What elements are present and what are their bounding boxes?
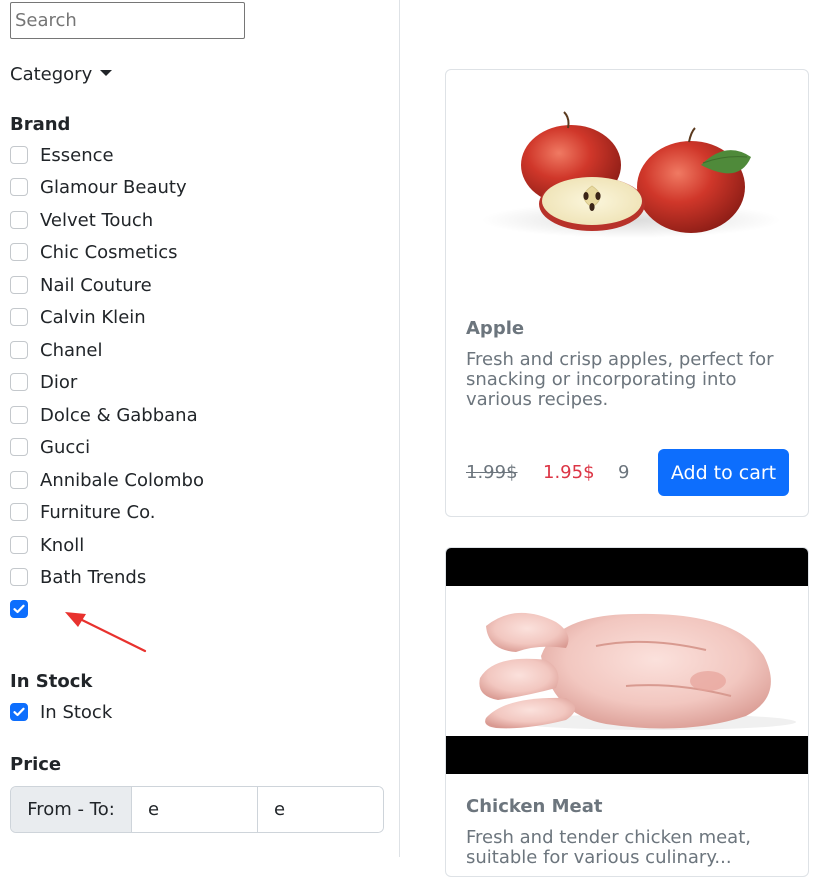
brand-option[interactable]: Dior [10, 370, 77, 394]
product-description: Fresh and crisp apples, perfect for snac… [466, 349, 774, 410]
brand-option[interactable]: Bath Trends [10, 565, 146, 589]
brand-checkbox[interactable] [10, 276, 28, 294]
filter-sidebar: Category Brand Essence Glamour Beauty Ve… [0, 0, 400, 857]
price-heading: Price [10, 754, 62, 775]
brand-label: Essence [40, 144, 114, 166]
product-old-price: 1.99$ [466, 462, 518, 483]
brand-checkbox[interactable] [10, 503, 28, 521]
brand-label: Bath Trends [40, 566, 147, 588]
annotation-arrow-icon [65, 612, 147, 653]
chicken-meat-image-icon [479, 612, 796, 730]
brand-label: Gucci [40, 436, 91, 458]
brand-checkbox[interactable] [10, 211, 28, 229]
brand-label: Nail Couture [40, 274, 152, 296]
product-card: Apple Fresh and crisp apples, perfect fo… [445, 69, 809, 517]
brand-option-unlabeled[interactable] [10, 597, 40, 621]
brand-label: Calvin Klein [40, 306, 146, 328]
brand-checkbox[interactable] [10, 471, 28, 489]
search-input[interactable] [10, 2, 245, 39]
price-from-input[interactable] [132, 787, 257, 832]
brand-label: Chanel [40, 339, 103, 361]
brand-option[interactable]: Glamour Beauty [10, 175, 187, 199]
product-title: Chicken Meat [466, 796, 603, 817]
brand-label: Dolce & Gabbana [40, 404, 198, 426]
price-range-label: From - To: [11, 787, 132, 832]
apple-image-icon [481, 111, 781, 238]
brand-option[interactable]: Chic Cosmetics [10, 240, 178, 264]
in-stock-heading: In Stock [10, 671, 93, 692]
image-frame [446, 586, 808, 736]
brand-checkbox[interactable] [10, 373, 28, 391]
brand-option[interactable]: Essence [10, 143, 114, 167]
add-to-cart-button[interactable]: Add to cart [658, 449, 789, 496]
product-quantity: 9 [618, 462, 630, 483]
price-to-input[interactable] [257, 787, 383, 832]
brand-checkbox[interactable] [10, 568, 28, 586]
brand-label: Knoll [40, 534, 85, 556]
caret-down-icon [99, 70, 112, 76]
brand-option[interactable]: Calvin Klein [10, 305, 146, 329]
brand-heading: Brand [10, 114, 71, 135]
product-title: Apple [466, 318, 525, 339]
brand-checkbox[interactable] [10, 178, 28, 196]
brand-option[interactable]: Chanel [10, 338, 103, 362]
brand-option[interactable]: Knoll [10, 533, 84, 557]
brand-option[interactable]: Furniture Co. [10, 500, 156, 524]
brand-option[interactable]: Velvet Touch [10, 208, 153, 232]
brand-label: Glamour Beauty [40, 176, 187, 198]
in-stock-label: In Stock [40, 701, 113, 723]
brand-option[interactable]: Gucci [10, 435, 90, 459]
brand-checkbox[interactable] [10, 308, 28, 326]
product-image [446, 548, 808, 774]
in-stock-option[interactable]: In Stock [10, 700, 112, 724]
brand-label: Dior [40, 371, 78, 393]
brand-option[interactable]: Dolce & Gabbana [10, 403, 198, 427]
brand-option[interactable]: Nail Couture [10, 273, 152, 297]
price-range: From - To: [10, 786, 384, 833]
brand-checkbox[interactable] [10, 146, 28, 164]
product-description: Fresh and tender chicken meat, suitable … [466, 827, 751, 868]
brand-option[interactable]: Annibale Colombo [10, 468, 204, 492]
brand-checkbox[interactable] [10, 438, 28, 456]
brand-checkbox[interactable] [10, 536, 28, 554]
category-dropdown[interactable]: Category [10, 64, 112, 85]
brand-label: Chic Cosmetics [40, 241, 178, 263]
product-image [446, 70, 808, 290]
brand-checkbox[interactable] [10, 243, 28, 261]
brand-checkbox[interactable] [10, 341, 28, 359]
product-price: 1.95$ [543, 462, 595, 483]
brand-checkbox[interactable] [10, 406, 28, 424]
product-card: Chicken Meat Fresh and tender chicken me… [445, 547, 809, 877]
brand-label: Velvet Touch [40, 209, 154, 231]
brand-label: Annibale Colombo [40, 469, 204, 491]
brand-checkbox[interactable] [10, 600, 28, 618]
in-stock-checkbox[interactable] [10, 703, 28, 721]
category-label: Category [10, 64, 93, 85]
brand-label: Furniture Co. [40, 501, 156, 523]
